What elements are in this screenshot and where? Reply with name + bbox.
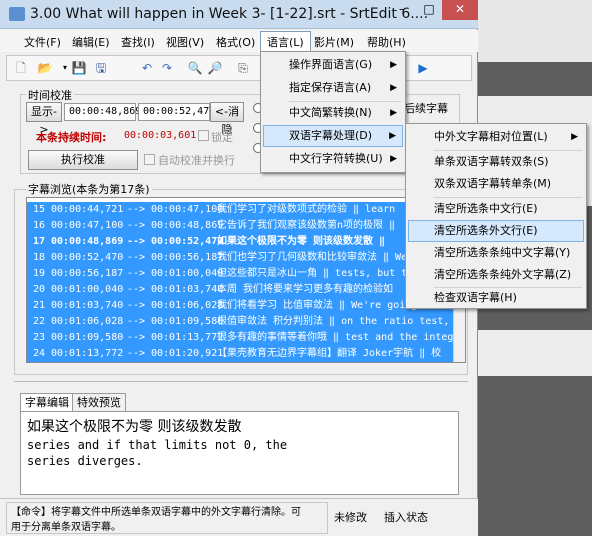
- divider: [14, 381, 468, 382]
- close-button[interactable]: ✕: [442, 0, 478, 20]
- editor-line-chinese: 如果这个极限不为零 则该级数发散: [27, 419, 242, 435]
- background-window-strip: [478, 330, 592, 376]
- display-button[interactable]: 显示->: [26, 102, 62, 136]
- subtitle-list[interactable]: 15 00:00:44,721 --> 00:00:47,100 我们学习了对级数项式的…: [26, 197, 466, 363]
- open-folder-icon[interactable]: 📂: [37, 60, 53, 76]
- menu-item-clear-foreign-lines[interactable]: 清空所选条外文行(E): [408, 220, 584, 242]
- auto-calibrate-label: 自动校准并换行: [158, 154, 235, 167]
- duration-value: 00:00:03,601: [124, 130, 197, 141]
- editor-line-english: series diverges.: [27, 454, 143, 468]
- replace-icon[interactable]: 🔎: [207, 60, 223, 76]
- lock-checkbox[interactable]: [198, 130, 209, 141]
- maximize-button[interactable]: □: [416, 0, 442, 20]
- menu-movie[interactable]: 影片(M): [310, 33, 358, 51]
- menu-item-ui-language[interactable]: 操作界面语言(G) ▶: [263, 54, 403, 76]
- new-file-icon[interactable]: 🗋: [13, 60, 29, 76]
- bilingual-submenu: 中外文字幕相对位置(L) ▶ 单条双语字幕转双条(S) 双条双语字幕转单条(M) …: [405, 123, 587, 309]
- menu-item-bilingual[interactable]: 双语字幕处理(D) ▶: [263, 125, 403, 147]
- menu-view[interactable]: 视图(V): [162, 33, 208, 51]
- menu-item-char-convert[interactable]: 中文行字符转换(U) ▶: [263, 148, 403, 170]
- editor-line-english: series and if that limits not 0, the: [27, 438, 288, 452]
- menu-format[interactable]: 格式(O): [212, 33, 259, 51]
- list-row[interactable]: 24 00:01:13,772 --> 00:01:20,921 【果壳教育无边界字幕组…: [27, 346, 453, 362]
- menu-item-double-to-single[interactable]: 双条双语字幕转单条(M): [408, 173, 584, 195]
- undo-icon[interactable]: ↶: [139, 60, 155, 76]
- status-bar: 【命令】将字幕文件中所选单条双语字幕中的外文字幕行清除。可 用于分离单条双语字幕…: [0, 498, 478, 536]
- window-title: 3.00 What will happen in Week 3- [1-22].…: [30, 6, 429, 22]
- list-row[interactable]: 20 00:01:00,040 --> 00:01:03,740 本周 我们将要来学习更…: [27, 282, 453, 298]
- language-menu: 操作界面语言(G) ▶ 指定保存语言(A) ▶ 中文简繁转换(N) ▶ 双语字幕处理(…: [260, 51, 406, 173]
- status-modified: 未修改: [334, 511, 367, 524]
- copy-icon[interactable]: ⎘: [235, 60, 251, 76]
- menu-item-save-language[interactable]: 指定保存语言(A) ▶: [263, 77, 403, 99]
- menu-file[interactable]: 文件(F): [20, 33, 65, 51]
- timing-group-label: 时间校准: [26, 87, 74, 103]
- menu-bar: 文件(F) 编辑(E) 查找(I) 视图(V) 格式(O) 语言(L) 影片(M…: [0, 30, 478, 53]
- menu-language[interactable]: 语言(L): [260, 31, 311, 53]
- status-insert-mode: 插入状态: [384, 511, 428, 524]
- list-row[interactable]: 21 00:01:03,740 --> 00:01:06,028 我们将看学习 比值审敛…: [27, 298, 453, 314]
- save-all-icon[interactable]: 🖫: [93, 60, 109, 76]
- lock-label: 锁定: [211, 131, 233, 144]
- hide-button[interactable]: <-消隐: [210, 102, 244, 136]
- list-row[interactable]: 15 00:00:44,721 --> 00:00:47,100 我们学习了对级数项式的…: [27, 202, 453, 218]
- app-icon: [9, 7, 25, 21]
- start-time-field[interactable]: 00:00:48,869: [64, 103, 141, 121]
- duration-label: 本条持续时间:: [36, 131, 107, 144]
- auto-calibrate-checkbox[interactable]: [144, 154, 155, 165]
- list-row[interactable]: 18 00:00:52,470 --> 00:00:56,187 我们也学习了几何级数和…: [27, 250, 453, 266]
- list-row[interactable]: 22 00:01:06,028 --> 00:01:09,580 根值审敛法 积分判别法…: [27, 314, 453, 330]
- tab-subtitle-edit[interactable]: 字幕编辑: [20, 393, 74, 412]
- menu-item-simplified-traditional[interactable]: 中文简繁转换(N) ▶: [263, 102, 403, 124]
- menu-item-relative-position[interactable]: 中外文字幕相对位置(L) ▶: [408, 126, 584, 148]
- find-icon[interactable]: 🔍: [187, 60, 203, 76]
- menu-item-clear-pure-foreign[interactable]: 清空所选条条纯外文字幕(Z): [408, 264, 584, 286]
- subtitle-editor[interactable]: 如果这个极限不为零 则该级数发散 series and if that limi…: [20, 411, 459, 495]
- menu-item-check-bilingual[interactable]: 检查双语字幕(H): [408, 287, 584, 309]
- tab-effect-preview[interactable]: 特效预览: [72, 393, 126, 412]
- menu-find[interactable]: 查找(I): [117, 33, 159, 51]
- menu-item-single-to-double[interactable]: 单条双语字幕转双条(S): [408, 151, 584, 173]
- menu-item-clear-chinese-lines[interactable]: 清空所选条中文行(E): [408, 198, 584, 220]
- status-command: 【命令】将字幕文件中所选单条双语字幕中的外文字幕行清除。可 用于分离单条双语字幕…: [6, 502, 328, 534]
- redo-icon[interactable]: ↷: [159, 60, 175, 76]
- title-bar: 3.00 What will happen in Week 3- [1-22].…: [0, 0, 478, 29]
- menu-item-clear-pure-chinese[interactable]: 清空所选条条纯中文字幕(Y): [408, 242, 584, 264]
- play-icon[interactable]: ▶: [415, 60, 431, 76]
- minimize-button[interactable]: –: [388, 0, 416, 20]
- apply-calibration-button[interactable]: 执行校准: [28, 150, 138, 170]
- list-row[interactable]: 19 00:00:56,187 --> 00:01:00,040 但这些都只是冰山一角 …: [27, 266, 453, 282]
- menu-help[interactable]: 帮助(H): [363, 33, 410, 51]
- menu-edit[interactable]: 编辑(E): [68, 33, 114, 51]
- background-window-strip: [478, 0, 592, 62]
- next-subtitle-label: 后续字幕: [404, 102, 448, 115]
- list-row[interactable]: 16 00:00:47,100 --> 00:00:48,869 它告诉了我们观察该级数…: [27, 218, 453, 234]
- save-icon[interactable]: 💾: [71, 60, 87, 76]
- browse-group-label: 字幕浏览(本条为第17条): [26, 181, 152, 197]
- list-row[interactable]: 23 00:01:09,580 --> 00:01:13,772 很多有趣的事情等着你哦…: [27, 330, 453, 346]
- list-row-selected[interactable]: 17 00:00:48,869 --> 00:00:52,470 如果这个极限不为零 则…: [27, 234, 453, 250]
- end-time-field[interactable]: 00:00:52,470: [138, 103, 215, 121]
